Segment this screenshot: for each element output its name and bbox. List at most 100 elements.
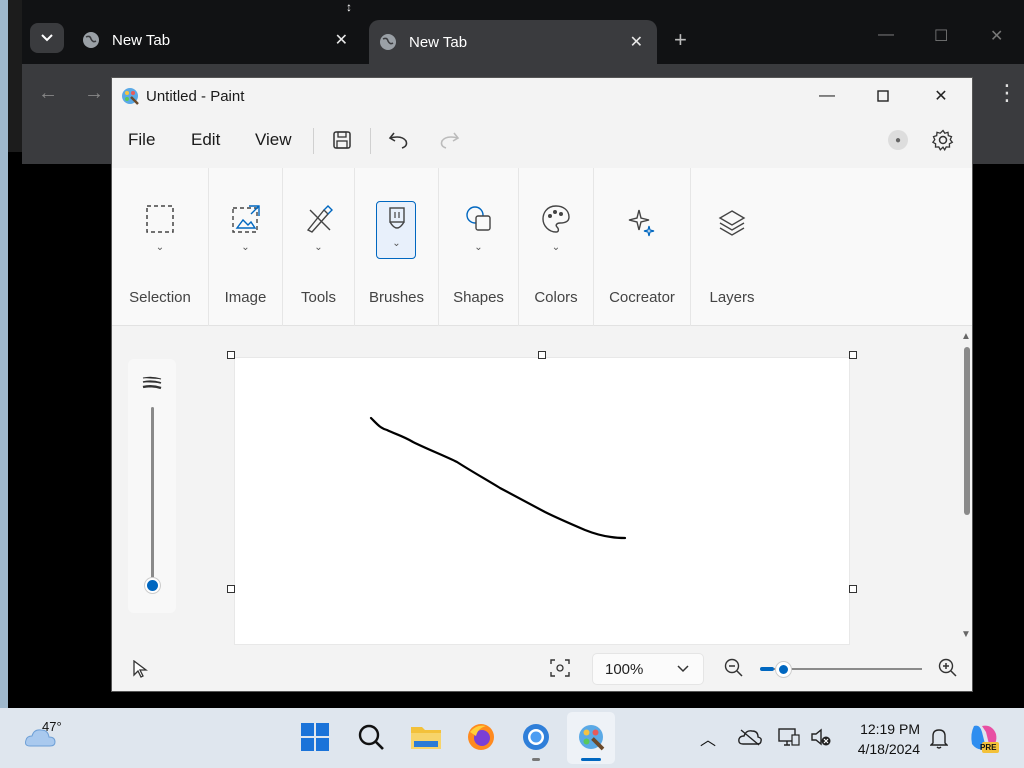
save-icon[interactable]	[332, 130, 352, 150]
active-indicator	[581, 758, 601, 761]
chevron-down-icon: ⌄	[474, 242, 483, 253]
minimize-icon[interactable]: —	[804, 84, 850, 108]
new-tab-button[interactable]: +	[674, 27, 687, 53]
ribbon-group-layers[interactable]: Layers	[691, 168, 773, 326]
scroll-down-icon[interactable]: ▼	[961, 629, 971, 640]
brush-size-panel	[128, 359, 176, 613]
ribbon-label: Shapes	[453, 289, 504, 306]
back-arrow-icon[interactable]: ←	[38, 82, 58, 105]
account-avatar-icon[interactable]: ●	[888, 130, 908, 150]
paint-app-icon	[579, 725, 605, 751]
ribbon-label: Image	[224, 289, 267, 306]
paint-taskbar-button[interactable]	[574, 720, 608, 754]
ribbon-label: Selection	[129, 289, 191, 306]
folder-icon	[411, 727, 441, 749]
chrome-button[interactable]	[519, 720, 553, 754]
more-menu-icon[interactable]: ⋮	[996, 80, 1018, 106]
globe-icon	[380, 34, 396, 50]
stroke-size-icon	[142, 376, 162, 390]
forward-arrow-icon[interactable]: →	[84, 82, 104, 105]
volume-muted-icon[interactable]	[810, 727, 832, 747]
zoom-select[interactable]: 100%	[592, 653, 704, 685]
zoom-in-icon[interactable]	[938, 658, 958, 678]
undo-icon[interactable]	[388, 129, 410, 151]
ribbon-group-shapes[interactable]: ⌄ Shapes	[439, 168, 519, 326]
resize-handle[interactable]	[849, 351, 857, 359]
globe-icon	[83, 32, 99, 48]
menu-edit[interactable]: Edit	[191, 130, 220, 150]
resize-handle[interactable]	[849, 585, 857, 593]
minimize-icon[interactable]: —	[878, 26, 894, 44]
scroll-up-icon[interactable]: ▲	[961, 331, 971, 342]
drawing-canvas[interactable]	[234, 357, 850, 645]
browser-tab-2[interactable]: New Tab ✕	[369, 20, 657, 64]
weather-temperature: 47°	[42, 719, 62, 734]
zoom-slider-thumb[interactable]	[776, 662, 791, 677]
brush-icon	[388, 207, 405, 229]
paint-app-icon	[122, 88, 139, 105]
window-title: Untitled - Paint	[146, 87, 245, 105]
resize-handle[interactable]	[538, 351, 546, 359]
network-icon[interactable]	[778, 727, 800, 747]
running-indicator	[532, 758, 540, 761]
selection-icon	[146, 205, 174, 233]
ribbon-group-image[interactable]: ⌄ Image	[209, 168, 283, 326]
paint-window: Untitled - Paint — ✕ File Edit View ● ⌄ …	[111, 77, 973, 692]
fit-to-window-icon[interactable]	[550, 659, 570, 677]
chevron-down-icon: ⌄	[155, 242, 165, 253]
notification-bell-icon[interactable]	[930, 727, 948, 749]
sparkle-icon	[628, 209, 655, 237]
vertical-scrollbar-thumb[interactable]	[964, 347, 970, 515]
copilot-pre-badge: PRE	[980, 743, 997, 752]
chrome-icon	[523, 724, 549, 750]
maximize-icon[interactable]	[860, 84, 906, 108]
close-tab-icon[interactable]: ✕	[335, 30, 348, 50]
show-hidden-icons-chevron-up-icon[interactable]: ︿	[700, 726, 716, 750]
layers-icon	[718, 210, 746, 236]
ribbon-group-selection[interactable]: ⌄ Selection	[112, 168, 209, 326]
onedrive-cloud-icon[interactable]	[738, 728, 762, 746]
tab-title: New Tab	[409, 33, 468, 51]
start-button[interactable]	[298, 720, 332, 754]
menubar: File Edit View ●	[112, 120, 972, 160]
maximize-icon[interactable]: ☐	[934, 26, 948, 46]
resize-handle[interactable]	[227, 585, 235, 593]
firefox-button[interactable]	[464, 720, 498, 754]
ribbon-group-brushes[interactable]: ⌄ Brushes	[355, 168, 439, 326]
desktop-background	[0, 0, 22, 708]
clock-date: 4/18/2024	[857, 741, 920, 757]
ribbon-label: Brushes	[368, 289, 425, 306]
zoom-slider-track[interactable]	[774, 668, 922, 670]
chevron-down-icon	[41, 34, 53, 42]
close-tab-icon[interactable]: ✕	[630, 32, 643, 52]
clock[interactable]: 12:19 PM 4/18/2024	[840, 719, 920, 759]
divider	[370, 128, 371, 154]
ribbon-group-cocreator[interactable]: Cocreator	[594, 168, 691, 326]
close-window-icon[interactable]: ✕	[990, 26, 1003, 46]
resize-cursor-icon: ↕	[346, 0, 352, 14]
zoom-out-icon[interactable]	[724, 658, 744, 678]
brush-size-track[interactable]	[151, 407, 154, 587]
redo-icon[interactable]	[438, 129, 460, 151]
firefox-icon	[468, 724, 494, 750]
chevron-down-icon: ⌄	[314, 242, 323, 253]
ribbon-group-tools[interactable]: ⌄ Tools	[283, 168, 355, 326]
menu-view[interactable]: View	[255, 130, 292, 150]
ribbon-group-colors[interactable]: ⌄ Colors	[519, 168, 594, 326]
drawn-stroke	[369, 416, 627, 540]
file-explorer-button[interactable]	[409, 720, 443, 754]
ribbon-label: Tools	[300, 289, 337, 306]
menu-file[interactable]: File	[128, 130, 155, 150]
resize-handle[interactable]	[227, 351, 235, 359]
settings-gear-icon[interactable]	[932, 129, 954, 151]
ribbon: ⌄ Selection ⌄ Image ⌄ Tools ⌄ Brushes ⌄ …	[112, 168, 972, 326]
tab-search-button[interactable]	[30, 23, 64, 53]
windows-logo-icon	[301, 723, 329, 751]
image-icon	[231, 205, 260, 233]
brush-size-thumb[interactable]	[145, 578, 160, 593]
close-icon[interactable]: ✕	[918, 84, 964, 108]
zoom-slider-fill	[760, 667, 774, 671]
status-bar: 100%	[112, 645, 972, 691]
search-button[interactable]	[354, 720, 388, 754]
browser-tab-1[interactable]: New Tab ✕	[72, 20, 362, 60]
